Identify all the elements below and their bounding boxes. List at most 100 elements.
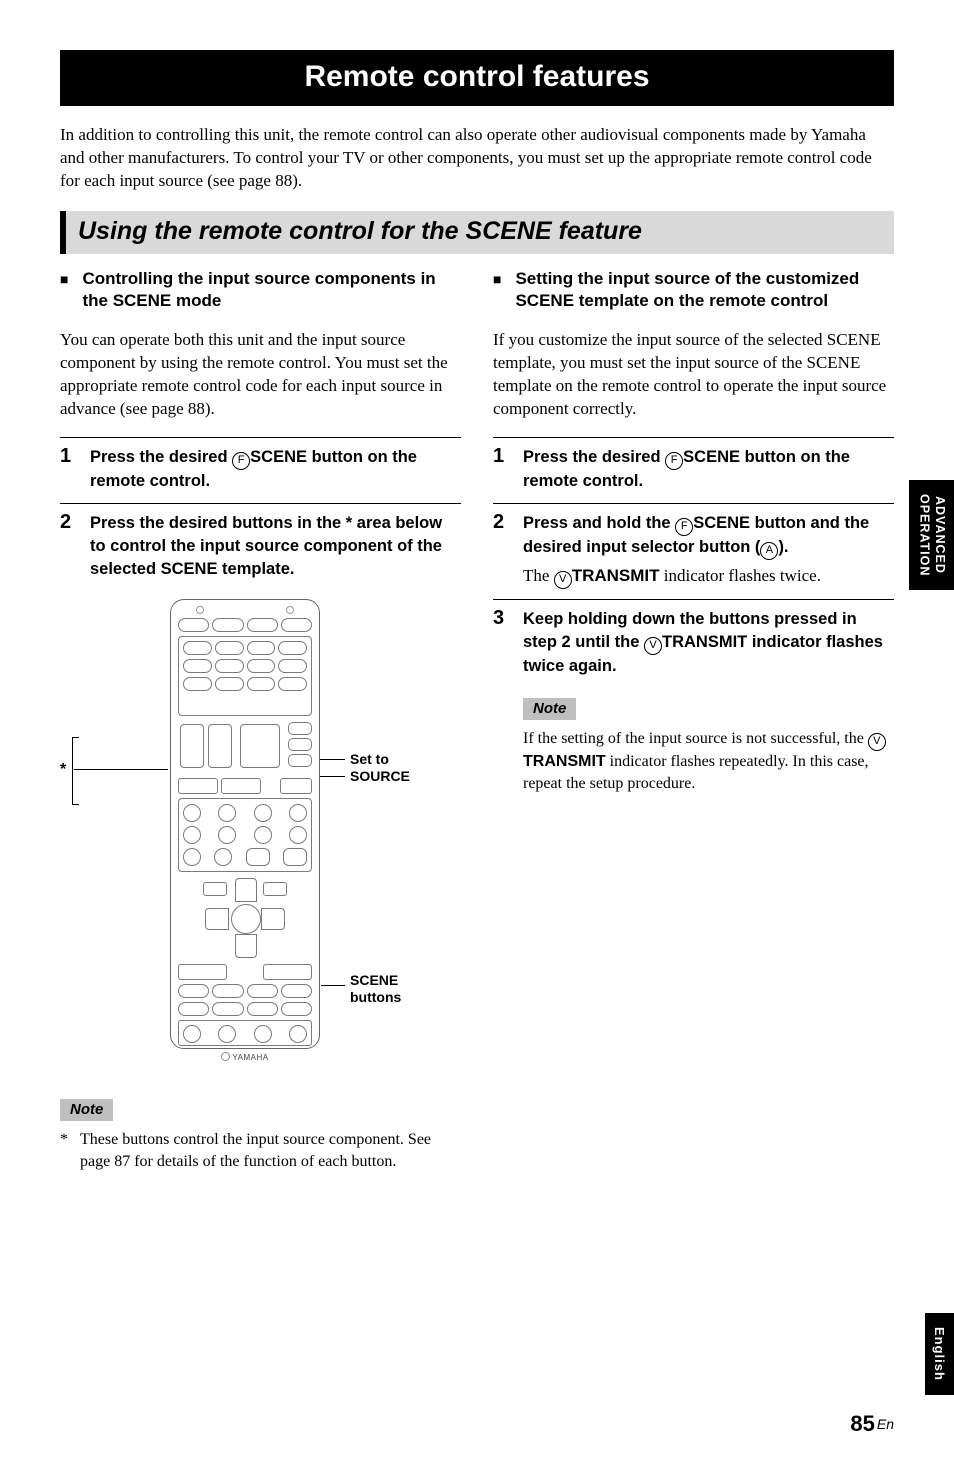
remote-button [288,754,312,767]
dpad-down-icon [235,934,257,958]
remote-diagram: * Set to SOURCE SCENE buttons [60,599,450,1089]
remote-section [178,636,312,716]
remote-button [283,848,307,866]
left-step-1: 1 Press the desired FSCENE button on the… [60,437,461,493]
remote-button [263,882,287,896]
circled-v-icon: V [868,733,886,751]
right-column: ■ Setting the input source of the custom… [493,268,894,1173]
s1-a: Press the desired [90,448,232,466]
remote-button [281,1002,312,1016]
remote-button [278,641,307,655]
right-subheading-text: Setting the input source of the customiz… [515,268,894,312]
remote-button [281,618,312,632]
rs2-l1: SCENE [693,514,750,532]
rs2-plain: The VTRANSMIT indicator flashes twice. [523,564,894,589]
rs2p-label: TRANSMIT [572,566,660,585]
scene-button [289,1025,307,1043]
side-tab-english-text: English [932,1327,947,1381]
right-step-3: 3 Keep holding down the buttons pressed … [493,599,894,678]
rs2-c: ). [778,538,788,556]
side-tab-line1: ADVANCED [933,496,947,574]
circled-f-icon: F [232,452,250,470]
scene-button [183,1025,201,1043]
remote-section [178,798,312,872]
left-column: ■ Controlling the input source component… [60,268,461,1173]
remote-button [221,778,261,794]
rs3-label: TRANSMIT [662,633,747,651]
section-heading-text: Using the remote control for the SCENE f… [78,217,642,245]
footnote: * These buttons control the input source… [60,1129,461,1172]
remote-dpad [205,878,285,958]
remote-button [183,804,201,822]
remote-button [247,1002,278,1016]
square-bullet-icon: ■ [493,268,501,290]
remote-button [278,659,307,673]
side-tab-advanced: ADVANCED OPERATION [909,480,954,590]
remote-led-icon [196,606,204,614]
remote-button [278,677,307,691]
brand-label: YAMAHA [178,1052,312,1062]
remote-button [178,778,218,794]
remote-button [218,826,236,844]
circled-f-icon: F [675,518,693,536]
square-bullet-icon: ■ [60,268,68,290]
remote-button [247,641,276,655]
step-number: 2 [60,512,74,532]
remote-button [178,1002,209,1016]
right-body-1: If you customize the input source of the… [493,329,894,421]
right-note-body: If the setting of the input source is no… [523,728,894,794]
callout-source-label: Set to SOURCE [350,751,450,785]
step-number: 2 [493,512,507,532]
side-tab-line2: OPERATION [917,494,931,576]
dpad-right-icon [261,908,285,930]
page-number-value: 85 [850,1411,874,1436]
remote-button [183,848,201,866]
step-text: Press the desired FSCENE button on the r… [90,446,461,493]
page-number-lang: En [877,1416,894,1432]
remote-button [247,618,278,632]
remote-button [288,722,312,735]
callout-line [74,769,168,770]
scene-button [254,1025,272,1043]
remote-button [215,641,244,655]
rn-a: If the setting of the input source is no… [523,730,868,747]
remote-button [263,964,312,980]
left-subheading-text: Controlling the input source components … [82,268,461,312]
step-number: 3 [493,608,507,628]
remote-button [214,848,232,866]
remote-button [247,677,276,691]
remote-button [183,826,201,844]
step-text: Press the desired FSCENE button on the r… [523,446,894,493]
dpad-center-icon [231,904,261,934]
left-subheading: ■ Controlling the input source component… [60,268,461,312]
remote-button [280,778,312,794]
remote-button [254,826,272,844]
step-text: Keep holding down the buttons pressed in… [523,608,894,678]
rs2p-a: The [523,566,554,585]
note-label: Note [523,698,576,720]
asterisk-label: * [60,761,66,779]
note-label: Note [60,1099,113,1121]
right-step-2: 2 Press and hold the FSCENE button and t… [493,503,894,589]
dpad-up-icon [235,878,257,902]
circled-a-icon: A [760,542,778,560]
remote-button [212,618,243,632]
step-number: 1 [493,446,507,466]
remote-button [247,659,276,673]
remote-button [247,984,278,998]
remote-led-icon [286,606,294,614]
step-number: 1 [60,446,74,466]
step-text: Press the desired buttons in the * area … [90,512,461,581]
remote-button [246,848,270,866]
remote-volume-section [178,720,312,772]
remote-tv-vol [180,724,204,768]
remote-button [203,882,227,896]
page-title: Remote control features [60,50,894,106]
rs1-label: SCENE [683,448,740,466]
left-body-1: You can operate both this unit and the i… [60,329,461,421]
circled-v-icon: V [644,637,662,655]
right-step-1: 1 Press the desired FSCENE button on the… [493,437,894,493]
scene-button [218,1025,236,1043]
side-tab-english: English [925,1313,954,1395]
remote-button [183,641,212,655]
